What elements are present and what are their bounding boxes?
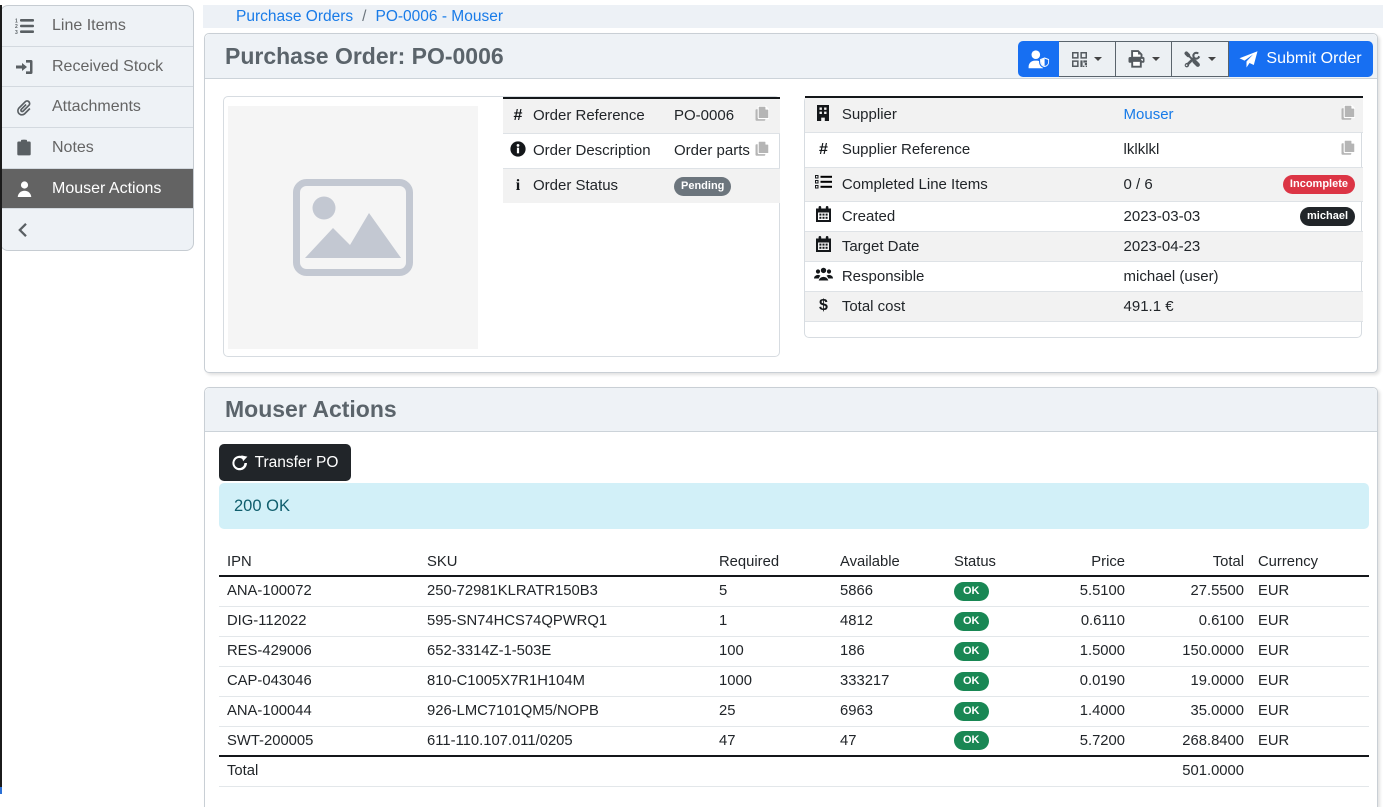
svg-text:3: 3 [15,30,18,34]
